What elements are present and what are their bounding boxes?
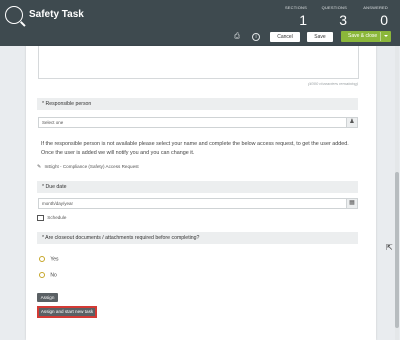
print-icon[interactable]: ⎙ [233, 33, 241, 41]
due-date-input[interactable]: month/day/year ▦ [38, 198, 358, 209]
save-close-button[interactable]: Save & close [341, 31, 391, 42]
char-count: (4000 characters remaining) [307, 81, 358, 86]
schedule-label: Schedule [47, 215, 67, 221]
assign-new-task-button[interactable]: Assign and start new task [37, 306, 97, 318]
toolbar [0, 30, 400, 46]
pencil-icon: ✎ [37, 164, 42, 170]
scrollbar[interactable] [395, 46, 399, 340]
stat-questions-value: 3 [339, 12, 347, 28]
app-title: Safety Task [29, 9, 84, 20]
stat-answered-label: ANSWERED [363, 5, 388, 10]
schedule-link[interactable]: Schedule [37, 215, 66, 221]
calendar-small-icon [37, 215, 44, 221]
scrollbar-thumb[interactable] [395, 172, 399, 328]
save-close-label: Save & close [348, 33, 378, 39]
radio-yes-label: Yes [50, 256, 59, 263]
access-request-link[interactable]: ✎ InEight - Compliance (Safety) Access R… [37, 164, 139, 170]
save-button[interactable]: Save [307, 32, 333, 42]
radio-no[interactable]: No [39, 272, 57, 278]
stat-sections-value: 1 [299, 12, 307, 28]
radio-circle-icon[interactable] [39, 272, 45, 278]
access-request-label: InEight - Compliance (Safety) Access Req… [44, 164, 139, 169]
due-date-header: * Due date [37, 181, 358, 193]
responsible-person-value: Select one [42, 120, 64, 125]
chevron-down-icon[interactable] [384, 35, 388, 37]
cancel-button[interactable]: Cancel [270, 32, 300, 42]
radio-circle-icon[interactable] [39, 256, 45, 262]
radio-yes[interactable]: Yes [39, 256, 58, 262]
description-textarea[interactable] [38, 46, 359, 79]
mouse-cursor-icon: ⇱ [386, 243, 393, 252]
responsible-note: If the responsible person is not availab… [41, 141, 349, 156]
stat-sections-label: SECTIONS [284, 5, 307, 10]
responsible-person-header: * Responsible person [37, 98, 358, 110]
info-icon[interactable]: i [252, 33, 260, 41]
user-icon[interactable]: ♟ [346, 118, 357, 127]
due-date-placeholder: month/day/year [42, 201, 74, 206]
closeout-question-header: * Are closeout documents / attachments r… [37, 232, 358, 244]
calendar-icon[interactable]: ▦ [346, 199, 357, 208]
stat-questions: QUESTIONS 3 [315, 5, 347, 28]
assign-button[interactable]: Assign [37, 293, 58, 302]
stat-answered-value: 0 [380, 12, 388, 28]
stat-answered: ANSWERED 0 [353, 5, 388, 28]
stat-sections: SECTIONS 1 [279, 5, 307, 28]
split-divider [380, 32, 381, 41]
form-card [26, 46, 376, 340]
search-logo-icon [5, 6, 23, 24]
responsible-person-select[interactable]: Select one ♟ [38, 117, 358, 128]
stat-questions-label: QUESTIONS [321, 5, 347, 10]
radio-no-label: No [50, 272, 57, 279]
